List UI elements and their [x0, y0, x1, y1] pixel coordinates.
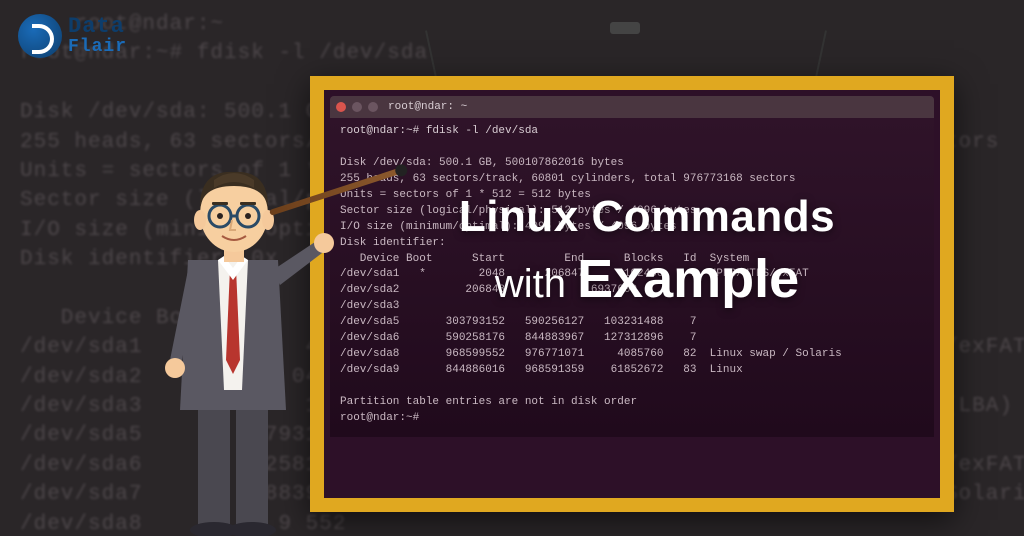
- brand-name-line2: Flair: [68, 38, 127, 56]
- terminal-row: /dev/sda8 968599552 976771071 4085760 82…: [340, 348, 842, 360]
- brand-logo: Data Flair: [18, 14, 127, 58]
- terminal-row: /dev/sda5 303793152 590256127 103231488 …: [340, 316, 710, 328]
- headline-overlay: Linux Commands with Example: [360, 192, 934, 310]
- teacher-illustration: [118, 130, 348, 536]
- terminal-footer: Partition table entries are not in disk …: [340, 396, 637, 424]
- teacher-svg: [118, 130, 348, 536]
- headline-line2-prefix: with: [495, 262, 577, 306]
- terminal-row: /dev/sda9 844886016 968591359 61852672 8…: [340, 364, 743, 376]
- headline-line2: with Example: [360, 248, 934, 310]
- brand-logo-mark: [18, 14, 62, 58]
- window-minimize-icon: [352, 102, 362, 112]
- brand-logo-text: Data Flair: [68, 16, 127, 56]
- terminal-title: root@ndar: ~: [388, 101, 467, 113]
- terminal-row: /dev/sda6 590258176 844883967 127312896 …: [340, 332, 710, 344]
- terminal-titlebar: root@ndar: ~: [330, 96, 934, 118]
- terminal-prompt-line: root@ndar:~# fdisk -l /dev/sda: [340, 125, 538, 137]
- window-maximize-icon: [368, 102, 378, 112]
- window-close-icon: [336, 102, 346, 112]
- brand-name-line1: Data: [68, 16, 127, 38]
- promo-canvas: root@ndar:~ root@ndar:~# fdisk -l /dev/s…: [0, 0, 1024, 536]
- headline-line2-big: Example: [577, 249, 799, 309]
- board-hanger-bracket: [610, 22, 640, 34]
- headline-line1: Linux Commands: [360, 192, 934, 242]
